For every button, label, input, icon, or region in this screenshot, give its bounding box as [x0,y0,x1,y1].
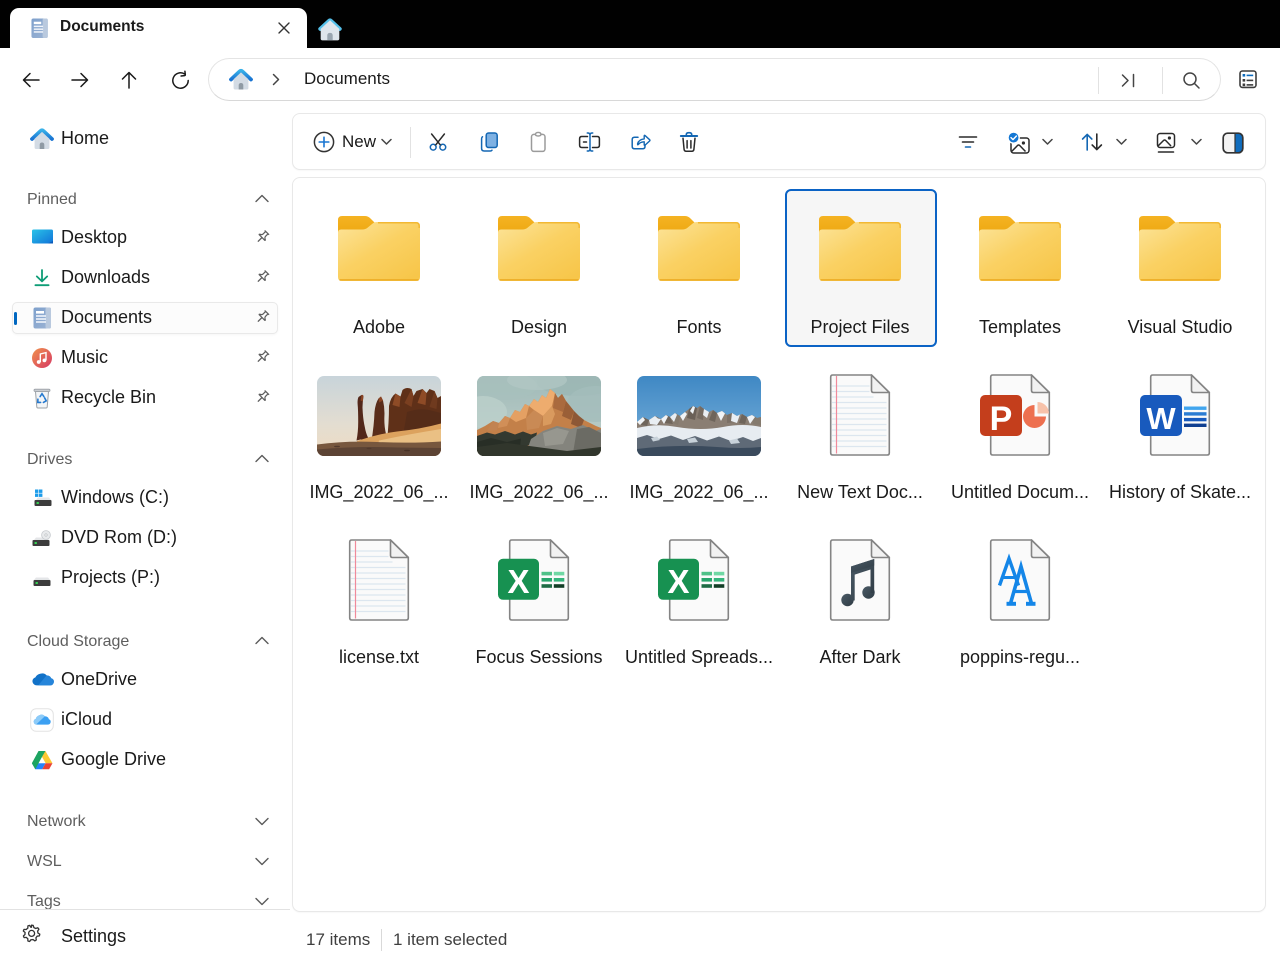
svg-text:X: X [507,563,529,600]
svg-text:P: P [990,400,1013,438]
svg-text:W: W [1146,401,1176,436]
svg-text:X: X [667,563,689,600]
